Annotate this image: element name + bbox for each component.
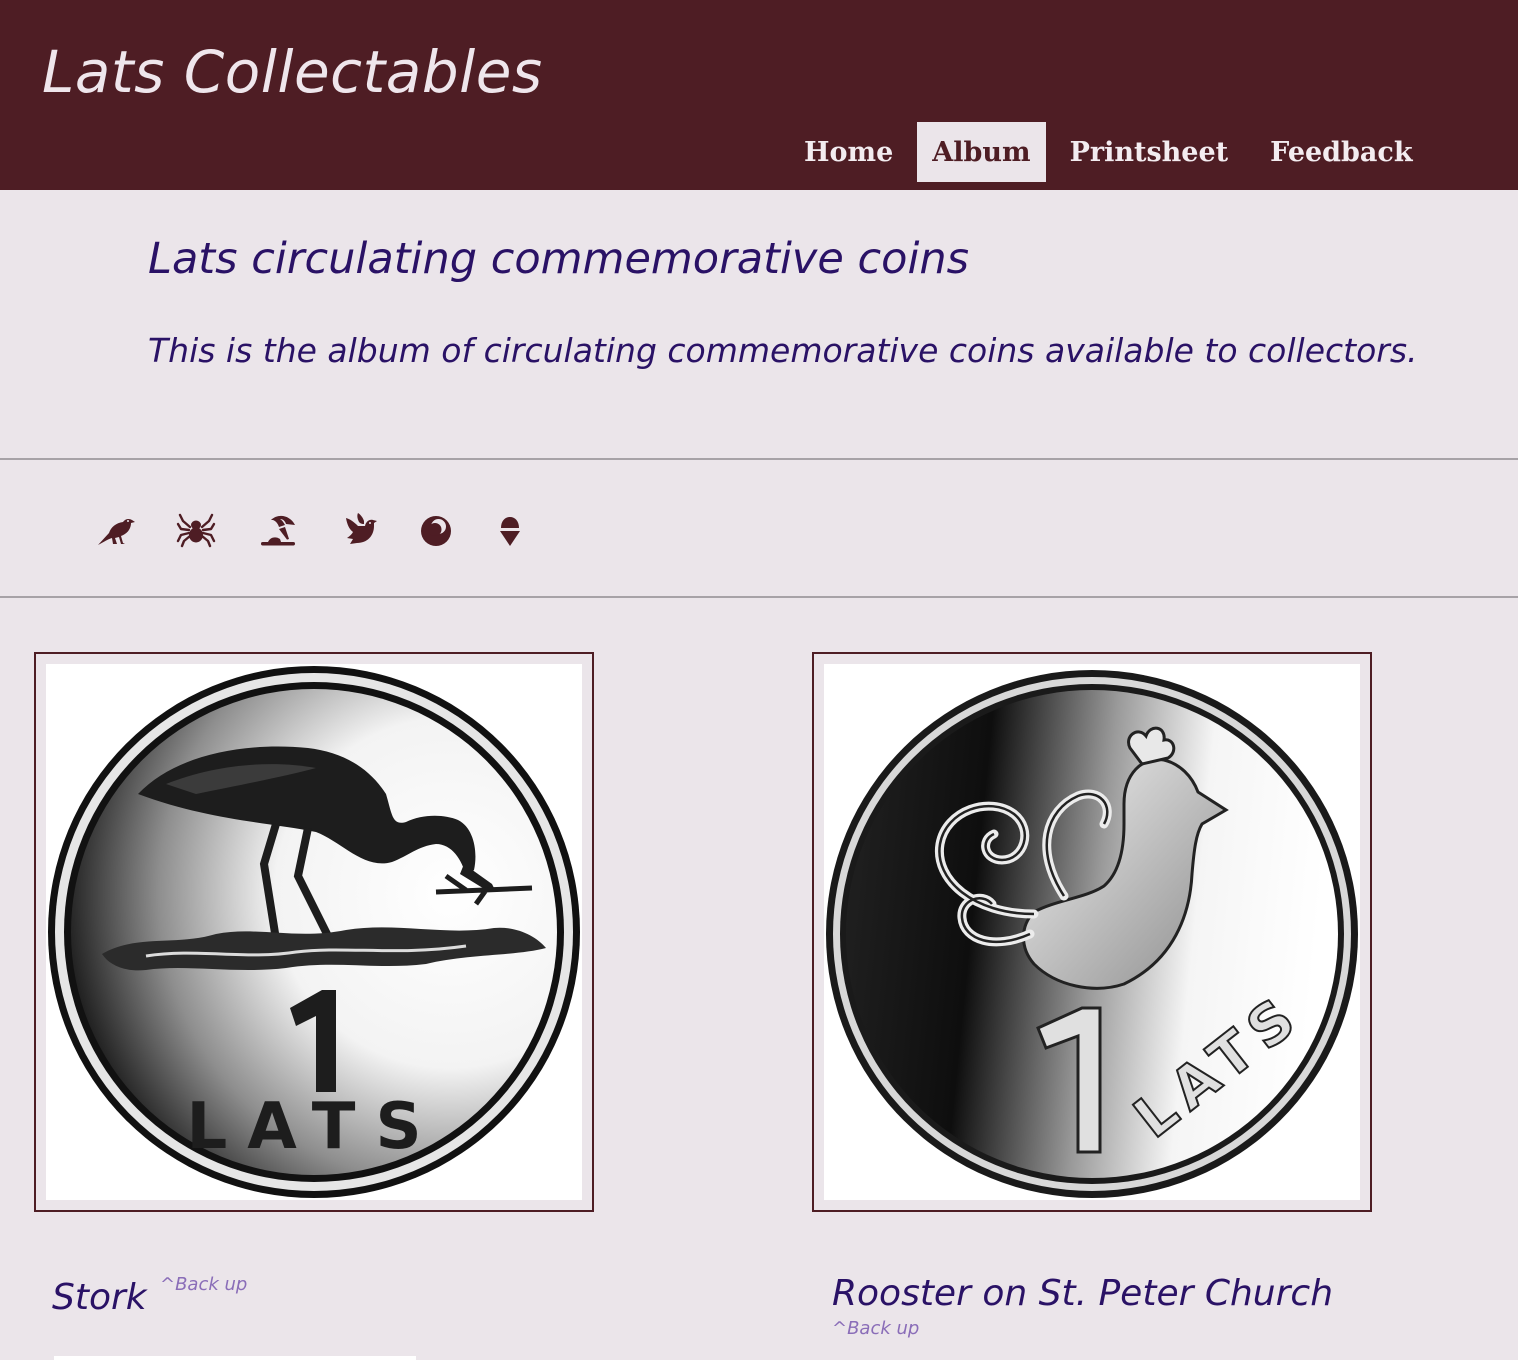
site-title[interactable]: Lats Collectables — [42, 34, 543, 110]
dove-icon[interactable] — [338, 508, 382, 552]
coin-card-rooster[interactable]: LATS — [812, 652, 1372, 1212]
crow-icon[interactable] — [94, 508, 138, 552]
main-nav: Home Album Printsheet Feedback — [786, 122, 1437, 182]
nav-item-home[interactable]: Home — [786, 122, 911, 182]
coin-title-stork: Stork — [52, 1277, 147, 1318]
page-heading: Lats circulating commemorative coins — [148, 234, 970, 284]
divider — [0, 458, 1518, 460]
next-card-edge — [54, 1356, 416, 1360]
divider — [0, 596, 1518, 598]
moon-circle-icon[interactable] — [414, 508, 458, 552]
back-up-link[interactable]: ^Back up — [160, 1274, 247, 1296]
stork-coin-image[interactable]: LATS — [46, 664, 582, 1200]
nav-item-album[interactable]: Album — [917, 122, 1046, 182]
rooster-coin-image[interactable]: LATS — [824, 664, 1360, 1200]
page-intro: This is the album of circulating commemo… — [148, 331, 1418, 370]
nav-item-printsheet[interactable]: Printsheet — [1052, 122, 1247, 182]
nav-item-feedback[interactable]: Feedback — [1252, 122, 1430, 182]
svg-text:LATS: LATS — [186, 1090, 441, 1164]
coin-card-stork[interactable]: LATS — [34, 652, 594, 1212]
back-up-link[interactable]: ^Back up — [832, 1318, 919, 1340]
ice-cream-icon[interactable] — [488, 508, 532, 552]
site-header: Lats Collectables Home Album Printsheet … — [0, 0, 1518, 190]
spider-icon[interactable] — [174, 508, 218, 552]
coin-title-rooster: Rooster on St. Peter Church — [832, 1273, 1334, 1314]
umbrella-beach-icon[interactable] — [256, 508, 300, 552]
